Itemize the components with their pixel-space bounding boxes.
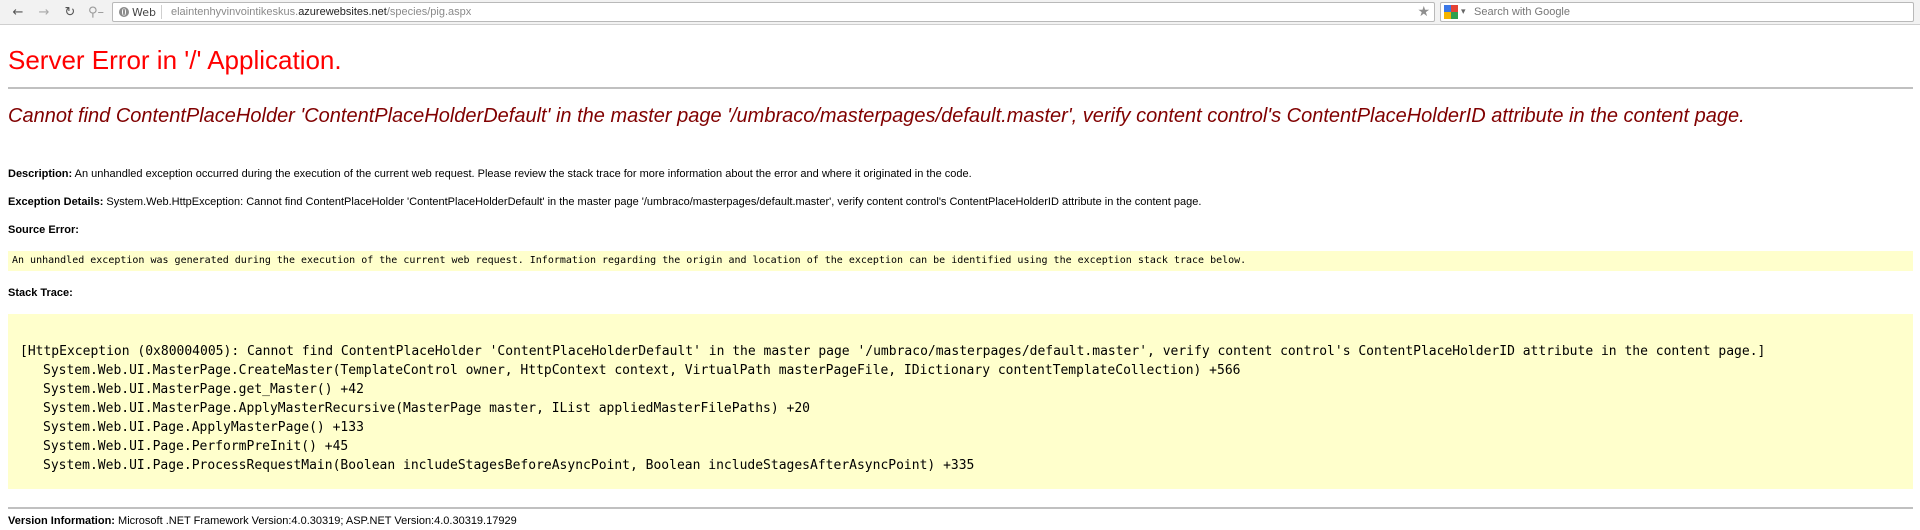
- version-text: Microsoft .NET Framework Version:4.0.303…: [114, 515, 517, 527]
- stack-trace-box: [HttpException (0x80004005): Cannot find…: [8, 314, 1913, 489]
- browser-toolbar: ← → ↻ ⚲– Web elaintenhyvinvointikeskus.a…: [0, 0, 1920, 25]
- site-info-chip[interactable]: Web: [116, 5, 162, 19]
- url-text[interactable]: elaintenhyvinvointikeskus.azurewebsites.…: [171, 5, 471, 19]
- version-information: Version Information: Microsoft .NET Fram…: [8, 514, 517, 528]
- bookmark-star-icon[interactable]: ★: [1417, 3, 1430, 21]
- error-heading: Cannot find ContentPlaceHolder 'ContentP…: [8, 105, 1745, 127]
- error-page: Server Error in '/' Application. Cannot …: [0, 25, 1920, 530]
- stack-trace-line: System.Web.UI.Page.PerformPreInit() +45: [43, 439, 349, 454]
- url-path: /species/pig.aspx: [386, 6, 472, 18]
- source-error-label: Source Error:: [8, 224, 79, 236]
- source-error-box: An unhandled exception was generated dur…: [8, 251, 1913, 271]
- source-error-heading: Source Error:: [8, 223, 79, 237]
- back-arrow-icon[interactable]: ←: [8, 3, 28, 21]
- key-icon[interactable]: ⚲–: [86, 3, 106, 21]
- address-bar[interactable]: Web elaintenhyvinvointikeskus.azurewebsi…: [112, 2, 1435, 22]
- description: Description: An unhandled exception occu…: [8, 167, 972, 181]
- version-label: Version Information:: [8, 515, 115, 527]
- reload-icon[interactable]: ↻: [60, 3, 80, 21]
- description-label: Description:: [8, 168, 73, 180]
- stack-trace-line: System.Web.UI.Page.ApplyMasterPage() +13…: [43, 420, 364, 435]
- exception-details: Exception Details: System.Web.HttpExcept…: [8, 195, 1201, 209]
- stack-trace-line: System.Web.UI.MasterPage.get_Master() +4…: [43, 382, 364, 397]
- bottom-divider: [8, 507, 1913, 509]
- search-placeholder: Search with Google: [1474, 6, 1570, 18]
- chevron-down-icon[interactable]: ▾: [1461, 5, 1466, 19]
- url-prefix: elaintenhyvinvointikeskus.: [171, 6, 299, 18]
- globe-icon: [119, 7, 129, 17]
- exception-text: System.Web.HttpException: Cannot find Co…: [103, 196, 1202, 208]
- google-icon[interactable]: [1444, 5, 1458, 19]
- stack-trace-line: System.Web.UI.MasterPage.CreateMaster(Te…: [43, 363, 1241, 378]
- stack-trace-line: System.Web.UI.Page.ProcessRequestMain(Bo…: [43, 458, 975, 473]
- url-host: azurewebsites.net: [298, 6, 387, 18]
- search-box[interactable]: ▾ Search with Google: [1440, 2, 1914, 22]
- forward-arrow-icon[interactable]: →: [34, 3, 54, 21]
- site-info-label: Web: [132, 5, 156, 19]
- top-divider: [8, 87, 1913, 89]
- stack-trace-line: [HttpException (0x80004005): Cannot find…: [20, 344, 1766, 359]
- description-text: An unhandled exception occurred during t…: [72, 168, 972, 180]
- stack-trace-heading: Stack Trace:: [8, 286, 73, 300]
- exception-label: Exception Details:: [8, 196, 104, 208]
- stack-trace-line: System.Web.UI.MasterPage.ApplyMasterRecu…: [43, 401, 811, 416]
- stack-trace-label: Stack Trace:: [8, 287, 73, 299]
- page-title: Server Error in '/' Application.: [8, 45, 342, 75]
